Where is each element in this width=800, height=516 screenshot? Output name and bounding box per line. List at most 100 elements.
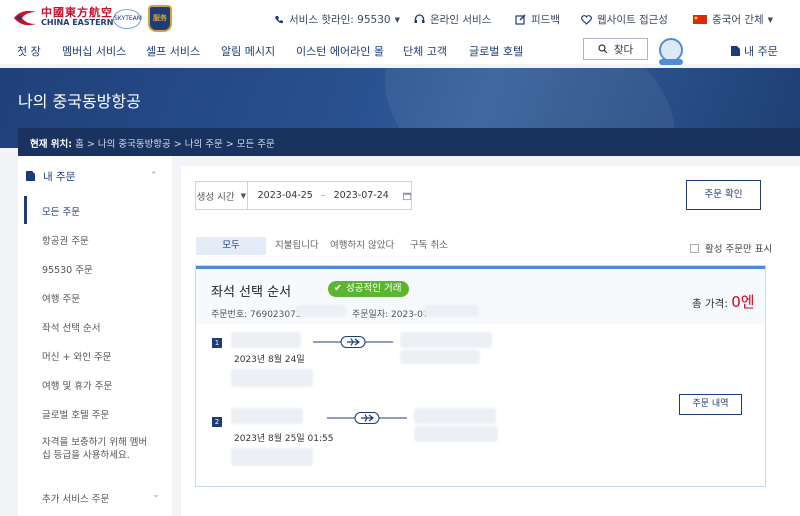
order-details-button[interactable]: 주문 내역 bbox=[679, 394, 742, 415]
top-bar: 中國東方航空 CHINA EASTERN SKYTEAM 服务 서비스 핫라인:… bbox=[0, 0, 800, 36]
sidebar-item-seat-selection[interactable]: 좌석 선택 순서 bbox=[42, 320, 100, 334]
phone-icon bbox=[275, 15, 283, 23]
feedback-label: 피드백 bbox=[531, 14, 560, 26]
check-icon: ✔ bbox=[334, 283, 342, 294]
tab-cancelled[interactable]: 구독 취소 bbox=[410, 237, 448, 251]
sidebar-item-vacation-orders[interactable]: 여행 및 휴가 주문 bbox=[42, 378, 112, 392]
redacted-block bbox=[231, 369, 313, 387]
order-title: 좌석 선택 순서 bbox=[211, 285, 292, 300]
total-price: 총 가격: 0엔 bbox=[692, 291, 755, 312]
redacted-block bbox=[414, 426, 498, 442]
flight-arrow-icon bbox=[327, 412, 407, 424]
tab-all[interactable]: 모두 bbox=[196, 237, 266, 255]
feedback-link[interactable]: 피드백 bbox=[515, 12, 560, 27]
order-date: 주문일자: 2023-07 bbox=[352, 310, 429, 320]
redacted-block bbox=[231, 332, 301, 348]
edit-icon bbox=[515, 14, 526, 25]
language-selector[interactable]: 중국어 간체 ▼ bbox=[693, 12, 773, 27]
sidebar-item-travel-orders[interactable]: 여행 주문 bbox=[42, 291, 80, 305]
chevron-down-icon: ⌄ bbox=[152, 490, 160, 500]
chevron-down-icon: ▼ bbox=[394, 15, 400, 24]
service-badge: 服务 bbox=[148, 5, 172, 32]
document-icon bbox=[731, 46, 740, 56]
sidebar-section-my-orders[interactable]: 내 주문 ⌃ bbox=[18, 156, 172, 196]
sidebar-item-95530-orders[interactable]: 95530 주문 bbox=[42, 262, 93, 276]
status-label: 성공적인 거래 bbox=[345, 283, 402, 294]
nav-item-self-service[interactable]: 셀프 서비스 bbox=[146, 43, 200, 59]
segment-number: 1 bbox=[212, 338, 222, 348]
sidebar: 내 주문 ⌃ 모든 주문 항공권 주문 95530 주문 여행 주문 좌석 선택… bbox=[18, 156, 172, 516]
tab-paid[interactable]: 지불됩니다 bbox=[275, 237, 319, 251]
order-number: 주문번호: 769023072 bbox=[211, 310, 302, 320]
online-service-link[interactable]: 온라인 서비스 bbox=[414, 12, 491, 27]
swallow-logo-icon bbox=[14, 10, 36, 26]
breadcrumb: 현재 위치: 홈 > 나의 중국동방항공 > 나의 주문 > 모든 주문 bbox=[18, 128, 800, 156]
checkbox[interactable] bbox=[690, 243, 699, 253]
total-label: 총 가격: bbox=[692, 298, 732, 310]
breadcrumb-label: 현재 위치: bbox=[30, 139, 73, 150]
active-indicator bbox=[24, 196, 27, 224]
redacted-block bbox=[400, 350, 480, 364]
sidebar-item-ticket-orders[interactable]: 항공권 주문 bbox=[42, 233, 89, 247]
avatar[interactable] bbox=[659, 38, 683, 65]
active-orders-checkbox[interactable]: 활성 주문만 표시 bbox=[690, 241, 772, 255]
accessibility-link[interactable]: 웹사이트 접근성 bbox=[581, 12, 668, 27]
tab-not-traveled[interactable]: 여행하지 않았다 bbox=[330, 237, 394, 251]
logo-en-text: CHINA EASTERN bbox=[41, 18, 114, 27]
date-filter: 생성 시간 ▼ 2023-04-25 – 2023-07-24 bbox=[195, 181, 412, 210]
logo-cn-text: 中國東方航空 bbox=[41, 6, 113, 19]
segment-number: 2 bbox=[212, 417, 222, 427]
china-flag-icon bbox=[693, 15, 707, 24]
nav-item-notifications[interactable]: 알림 메시지 bbox=[221, 43, 275, 59]
sidebar-item-hotel-orders[interactable]: 글로벌 호텔 주문 bbox=[42, 407, 109, 421]
nav-item-membership[interactable]: 멤버십 서비스 bbox=[62, 43, 126, 59]
sidebar-item-wine-orders[interactable]: 머신 + 와인 주문 bbox=[42, 349, 111, 363]
heart-icon bbox=[581, 14, 592, 25]
sidebar-item-membership-upgrade[interactable]: 자격을 보충하기 위해 멤버십 등급을 사용하세요. bbox=[42, 436, 152, 462]
redacted-block bbox=[231, 408, 303, 424]
breadcrumb-path[interactable]: 홈 > 나의 중국동방항공 > 나의 주문 > 모든 주문 bbox=[75, 139, 275, 150]
my-order-link[interactable]: 내 주문 bbox=[731, 43, 778, 59]
search-label: 찾다 bbox=[613, 43, 634, 56]
page-title: 나의 중국동방항공 bbox=[18, 92, 141, 111]
nav-item-home[interactable]: 첫 장 bbox=[17, 43, 41, 59]
date-to[interactable]: 2023-07-24 bbox=[334, 190, 389, 201]
online-service-label: 온라인 서비스 bbox=[430, 14, 492, 26]
calendar-icon[interactable] bbox=[402, 191, 411, 201]
time-type-label: 생성 시간 bbox=[196, 191, 235, 203]
skyteam-logo: SKYTEAM bbox=[113, 9, 142, 29]
caret-down-icon: ▼ bbox=[240, 191, 246, 200]
nav-item-hotel[interactable]: 글로벌 호텔 bbox=[469, 43, 523, 59]
chevron-up-icon: ⌃ bbox=[150, 171, 158, 181]
redacted-block bbox=[400, 332, 492, 348]
order-card-header: 좌석 선택 순서 ✔ 성공적인 거래 주문번호: 769023072 주문일자: … bbox=[196, 266, 765, 324]
sidebar-head-label: 내 주문 bbox=[43, 170, 76, 183]
nav-item-group[interactable]: 단체 고객 bbox=[403, 43, 447, 59]
search-button[interactable]: 찾다 bbox=[583, 38, 648, 60]
flight-arrow-icon bbox=[313, 336, 393, 348]
document-icon bbox=[26, 171, 35, 181]
checkbox-label: 활성 주문만 표시 bbox=[705, 244, 773, 255]
language-label: 중국어 간체 bbox=[712, 14, 764, 26]
hotline-link[interactable]: 서비스 핫라인: 95530 ▼ bbox=[274, 12, 400, 27]
order-card: 좌석 선택 순서 ✔ 성공적인 거래 주문번호: 769023072 주문일자: … bbox=[195, 265, 766, 487]
accessibility-label: 웹사이트 접근성 bbox=[597, 14, 668, 26]
redacted-block bbox=[414, 408, 496, 424]
redacted-block bbox=[296, 305, 346, 317]
confirm-order-button[interactable]: 주문 확인 bbox=[686, 180, 761, 210]
my-order-label: 내 주문 bbox=[744, 45, 778, 58]
segment-date: 2023년 8월 24일 bbox=[234, 355, 305, 365]
chevron-down-icon: ▼ bbox=[767, 15, 774, 24]
segment-date: 2023년 8월 25일 01:55 bbox=[234, 434, 334, 444]
total-amount: 0엔 bbox=[731, 293, 755, 311]
china-eastern-logo[interactable]: 中國東方航空 CHINA EASTERN bbox=[12, 6, 114, 28]
sidebar-item-all-orders[interactable]: 모든 주문 bbox=[42, 204, 80, 218]
time-type-select[interactable]: 생성 시간 ▼ bbox=[196, 182, 248, 209]
nav-item-mall[interactable]: 이스턴 에어라인 몰 bbox=[296, 43, 384, 59]
date-separator: – bbox=[320, 190, 326, 201]
headset-icon bbox=[414, 14, 425, 23]
search-icon bbox=[598, 44, 608, 54]
date-from[interactable]: 2023-04-25 bbox=[248, 190, 313, 201]
status-badge: ✔ 성공적인 거래 bbox=[328, 281, 410, 297]
sidebar-item-extra-services[interactable]: 추가 서비스 주문 bbox=[42, 491, 109, 505]
